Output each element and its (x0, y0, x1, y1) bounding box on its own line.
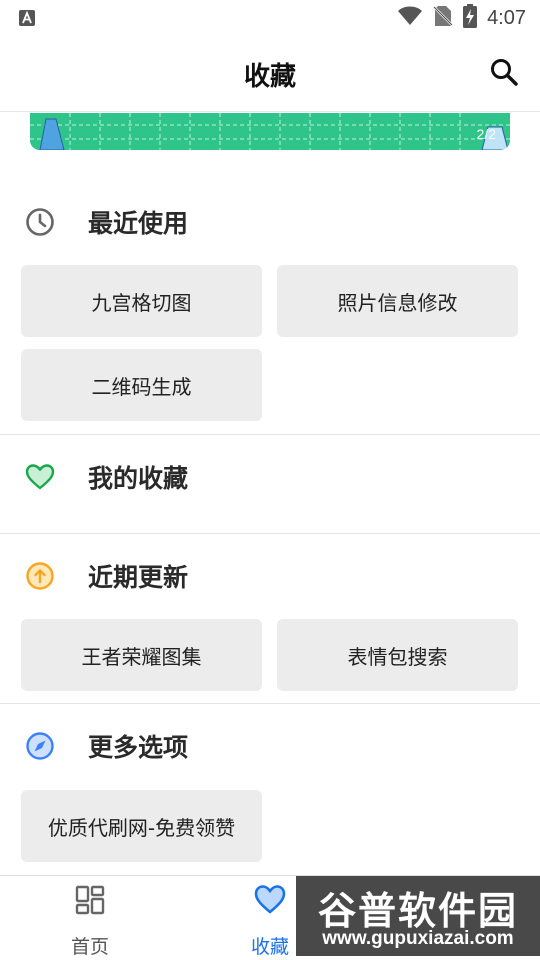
watermark-overlay: 谷普软件园 www.gupuxiazai.com (296, 876, 540, 956)
battery-charging-icon (463, 4, 478, 32)
compass-icon (24, 730, 56, 762)
watermark-url: www.gupuxiazai.com (322, 928, 514, 949)
section-more-header: 更多选项 (0, 716, 540, 776)
tool-tile[interactable]: 表情包搜索 (277, 619, 518, 691)
font-a-icon (18, 9, 36, 27)
heart-icon (24, 461, 56, 493)
tool-tile[interactable]: 二维码生成 (21, 349, 262, 421)
grid-icon (75, 885, 105, 915)
nav-label-home: 首页 (70, 936, 109, 958)
section-favorites-header: 我的收藏 (0, 447, 540, 507)
search-icon (491, 59, 518, 86)
tool-tile[interactable]: 照片信息修改 (277, 265, 518, 337)
section-recent-header: 最近使用 (0, 192, 540, 252)
wifi-icon (397, 6, 423, 30)
section-recent-title: 最近使用 (88, 209, 189, 238)
section-divider (0, 703, 540, 704)
clock-icon (24, 206, 56, 238)
tool-tile[interactable]: 优质代刷网-免费领赞 (21, 790, 262, 862)
heart-icon (254, 885, 286, 914)
tool-tile[interactable]: 九宫格切图 (21, 265, 262, 337)
section-favorites-title: 我的收藏 (88, 464, 189, 493)
banner-image (30, 113, 510, 150)
section-updates-header: 近期更新 (0, 546, 540, 606)
app-bar: 收藏 (0, 36, 540, 112)
page-title: 收藏 (243, 62, 296, 92)
banner-page-indicator: 2/2 (476, 126, 496, 142)
section-divider (0, 533, 540, 534)
banner-carousel[interactable]: 2/2 (30, 113, 510, 150)
section-more-title: 更多选项 (88, 733, 189, 762)
section-divider (0, 434, 540, 435)
status-bar: 4:07 (0, 0, 540, 36)
watermark-title: 谷普软件园 (317, 889, 518, 933)
arrow-up-circle-icon (24, 560, 56, 592)
status-time: 4:07 (487, 6, 526, 29)
search-button[interactable] (488, 56, 520, 88)
no-sim-icon (433, 5, 453, 31)
section-updates-title: 近期更新 (88, 563, 189, 592)
nav-item-home[interactable]: 首页 (0, 876, 180, 960)
tool-tile[interactable]: 王者荣耀图集 (21, 619, 262, 691)
